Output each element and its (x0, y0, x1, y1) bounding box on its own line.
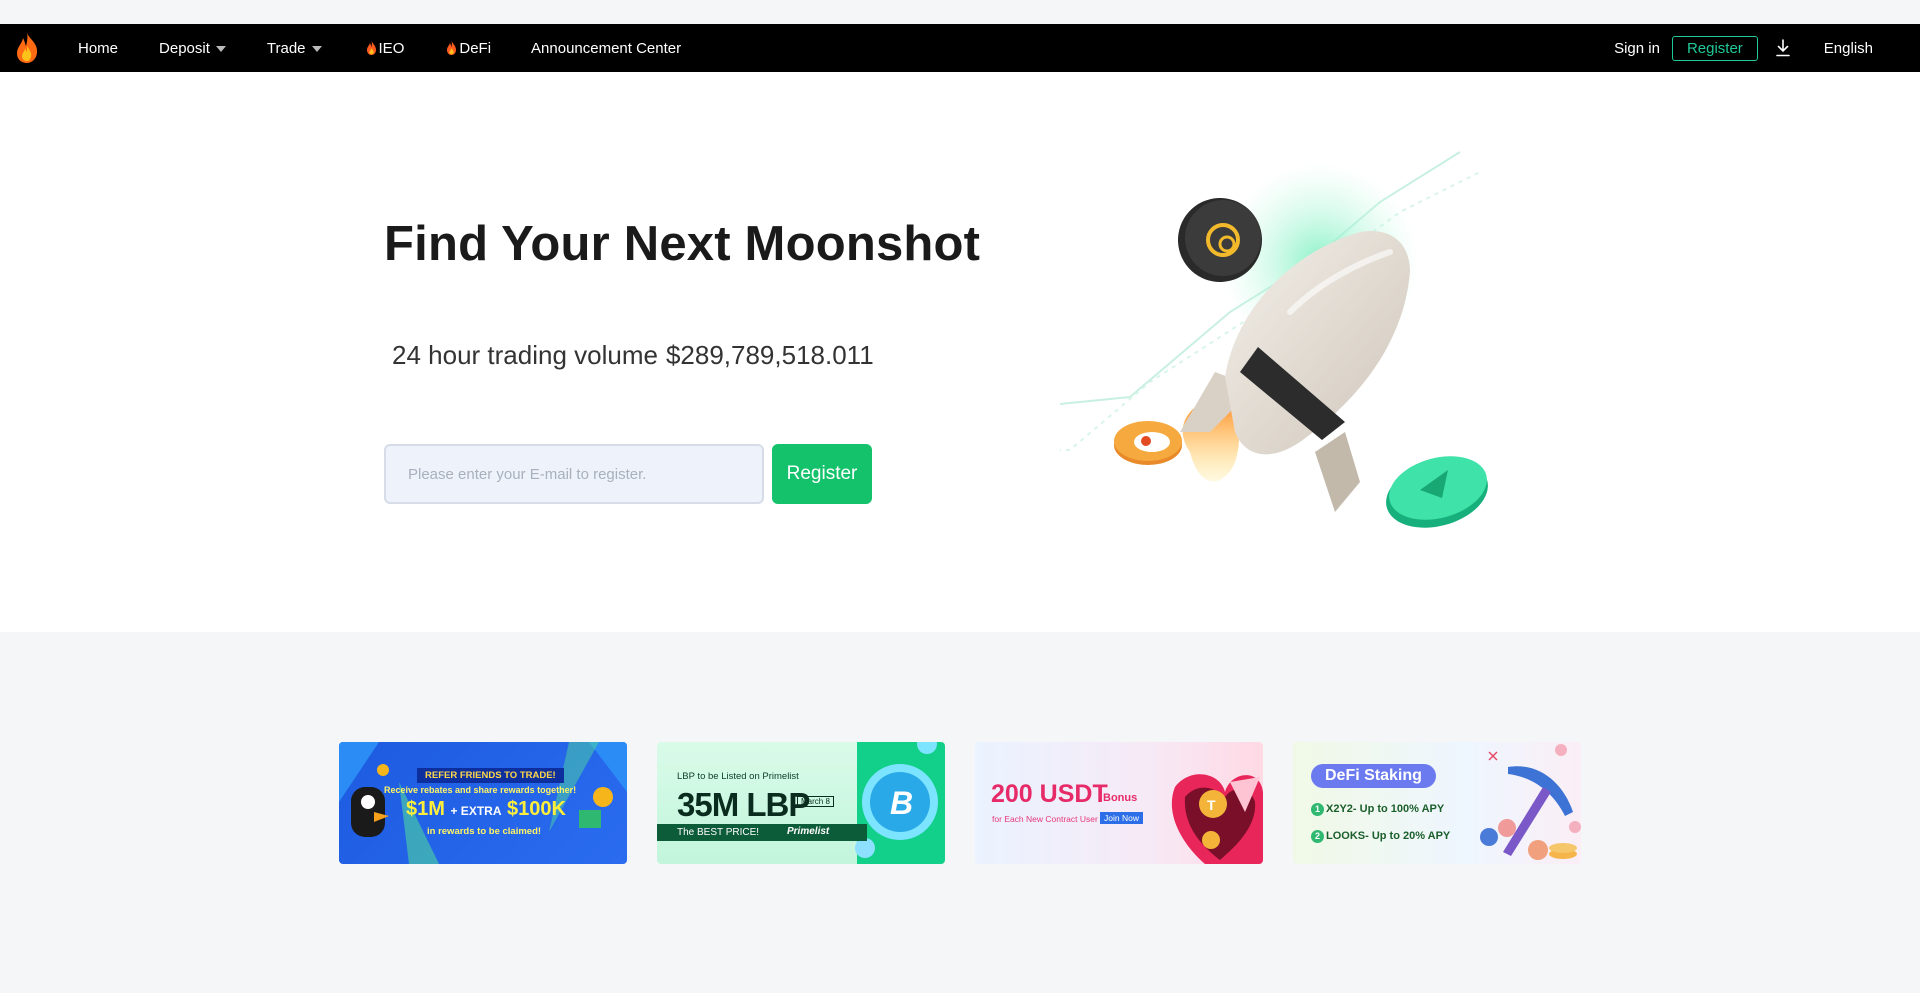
language-selector[interactable]: English (1824, 24, 1873, 72)
email-input[interactable] (384, 444, 764, 504)
nav-item-label: Home (78, 39, 119, 57)
banner-amount: $1M + EXTRA $100K (406, 798, 566, 821)
banner-line: 1 X2Y2- Up to 100% APY (1311, 803, 1444, 816)
register-button[interactable]: Register (1671, 35, 1758, 61)
hero-register-button[interactable]: Register (772, 444, 872, 504)
hero-section: Find Your Next Moonshot 24 hour trading … (0, 72, 1920, 632)
nav-item-label: Deposit (159, 39, 210, 57)
nav-item-announcement-center[interactable]: Announcement Center (531, 24, 681, 72)
nav-item-label: DeFi (459, 39, 492, 57)
banner-line: 2 LOOKS- Up to 20% APY (1311, 830, 1450, 843)
banner-title: DeFi Staking (1311, 764, 1436, 788)
volume-value: $289,789,518.011 (665, 340, 874, 370)
nav-right: Sign in Register English (1614, 24, 1920, 72)
nav-item-trade[interactable]: Trade (267, 24, 322, 72)
banner-amount-2: $100K (507, 798, 566, 820)
trading-volume: 24 hour trading volume $289,789,518.011 (392, 340, 874, 371)
banner-refer-friends[interactable]: REFER FRIENDS TO TRADE! Receive rebates … (339, 742, 627, 864)
svg-text:T: T (1207, 797, 1216, 813)
nav-item-label: IEO (378, 39, 405, 57)
caret-down-icon (311, 46, 322, 52)
nav-item-defi[interactable]: DeFi (446, 24, 491, 72)
download-icon[interactable] (1775, 39, 1790, 57)
banner-brand: Primelist (787, 826, 830, 837)
banner-bonus: Bonus (1103, 792, 1138, 804)
top-nav: Home Deposit Trade IEO DeFi Announcement… (0, 24, 1920, 72)
banner-date: March 8 (797, 796, 834, 807)
banner-join-now[interactable]: Join Now (1100, 812, 1143, 824)
flame-logo-icon[interactable] (14, 32, 40, 64)
svg-text:B: B (890, 785, 913, 821)
rocket-illustration (1060, 151, 1488, 528)
banner-defi-staking[interactable]: DeFi Staking 1 X2Y2- Up to 100% APY 2 LOOK… (1293, 742, 1581, 864)
volume-label: 24 hour trading volume (392, 340, 658, 370)
banner-line: LBP to be Listed on Primelist (677, 771, 799, 782)
banner-line: REFER FRIENDS TO TRADE! (417, 768, 564, 783)
promo-banners: REFER FRIENDS TO TRADE! Receive rebates … (339, 742, 1581, 864)
nav-menu: Home Deposit Trade IEO DeFi Announcement… (78, 24, 681, 72)
banner-line: Receive rebates and share rewards togeth… (384, 785, 577, 795)
top-strip (0, 0, 1920, 24)
banner-line: The BEST PRICE! (677, 827, 760, 838)
nav-item-label: Trade (266, 39, 306, 57)
banner-title: 35M LBP (677, 786, 810, 823)
banner-amount-extra: + EXTRA (450, 804, 502, 818)
nav-item-label: Announcement Center (531, 39, 682, 57)
banner-line: in rewards to be claimed! (427, 826, 542, 837)
hero-title: Find Your Next Moonshot (384, 217, 981, 271)
staking-item-2: LOOKS- Up to 20% APY (1326, 830, 1451, 842)
banner-line: for Each New Contract User (992, 814, 1098, 824)
nav-item-ieo[interactable]: IEO (366, 24, 405, 72)
fire-icon (366, 41, 376, 55)
staking-item-1: X2Y2- Up to 100% APY (1326, 803, 1445, 815)
caret-down-icon (215, 46, 226, 52)
banner-title: 200 USDT (991, 780, 1108, 808)
banner-lbp-primelist[interactable]: B LBP to be Listed on Primelist 35M LBP … (657, 742, 945, 864)
nav-item-home[interactable]: Home (78, 24, 118, 72)
banner-amount-1: $1M (406, 798, 445, 820)
nav-item-deposit[interactable]: Deposit (159, 24, 226, 72)
banner-usdt-bonus[interactable]: T 200 USDT Bonus for Each New Contract U… (975, 742, 1263, 864)
fire-icon (447, 41, 457, 55)
sign-in-link[interactable]: Sign in (1614, 24, 1660, 72)
